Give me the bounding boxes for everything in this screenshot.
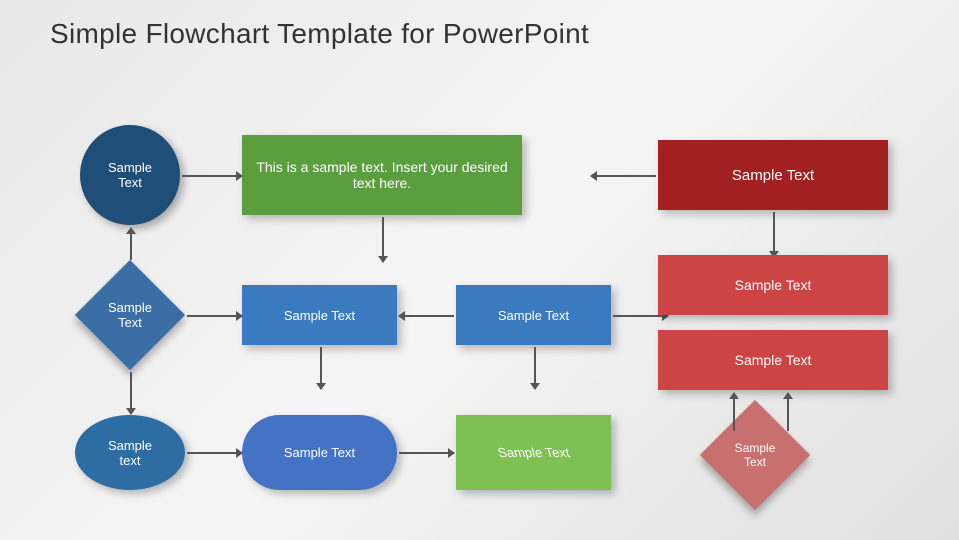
diamond-pink-label: Sample Text xyxy=(735,441,776,469)
shape-red-rect-top: Sample Text xyxy=(658,140,888,210)
arrow-blue2-right xyxy=(613,315,668,317)
arrow-diamond-down xyxy=(130,372,132,414)
shape-rounded-rect: Sample Text xyxy=(242,415,397,490)
circle-label: Sample Text xyxy=(108,160,152,190)
shape-oval: Sample text xyxy=(75,415,185,490)
arrow-pink-up-left xyxy=(733,393,735,431)
arrow-green-down xyxy=(382,217,384,262)
red-rect-top-label: Sample Text xyxy=(732,167,814,184)
arrow-blue2-to-blue1 xyxy=(399,315,454,317)
arrow-circle-to-green xyxy=(182,175,242,177)
arrow-pink-up-right xyxy=(787,393,789,431)
shape-parallelogram: Sample Text xyxy=(456,415,611,490)
rounded-rect-label: Sample Text xyxy=(284,445,355,460)
blue-rect-mid2-label: Sample Text xyxy=(498,308,569,323)
page-title: Simple Flowchart Template for PowerPoint xyxy=(50,18,589,50)
arrow-oval-right xyxy=(187,452,242,454)
arrow-diamond-right xyxy=(187,315,242,317)
arrow-red-to-green xyxy=(591,175,656,177)
shape-blue-rect-mid2: Sample Text xyxy=(456,285,611,345)
shape-diamond-blue: Sample Text xyxy=(75,260,185,370)
arrow-red-top-down xyxy=(773,212,775,257)
shape-blue-rect-mid1: Sample Text xyxy=(242,285,397,345)
shape-red-rect-mid: Sample Text xyxy=(658,255,888,315)
arrow-diamond-up-to-circle xyxy=(130,228,132,260)
shape-red-rect-bot: Sample Text xyxy=(658,330,888,390)
arrow-blue-mid1-down xyxy=(320,347,322,389)
blue-rect-mid1-label: Sample Text xyxy=(284,308,355,323)
arrow-blue-mid2-down xyxy=(534,347,536,389)
green-rect-label: This is a sample text. Insert your desir… xyxy=(250,159,514,191)
red-rect-bot-label: Sample Text xyxy=(735,352,812,368)
red-rect-mid-label: Sample Text xyxy=(735,277,812,293)
oval-label: Sample text xyxy=(108,438,152,468)
parallelogram-label: Sample Text xyxy=(496,445,571,460)
shape-diamond-pink: Sample Text xyxy=(700,400,810,510)
shape-green-rect: This is a sample text. Insert your desir… xyxy=(242,135,522,215)
diamond-blue-label: Sample Text xyxy=(108,300,152,330)
arrow-rounded-right xyxy=(399,452,454,454)
shape-circle: Sample Text xyxy=(80,125,180,225)
